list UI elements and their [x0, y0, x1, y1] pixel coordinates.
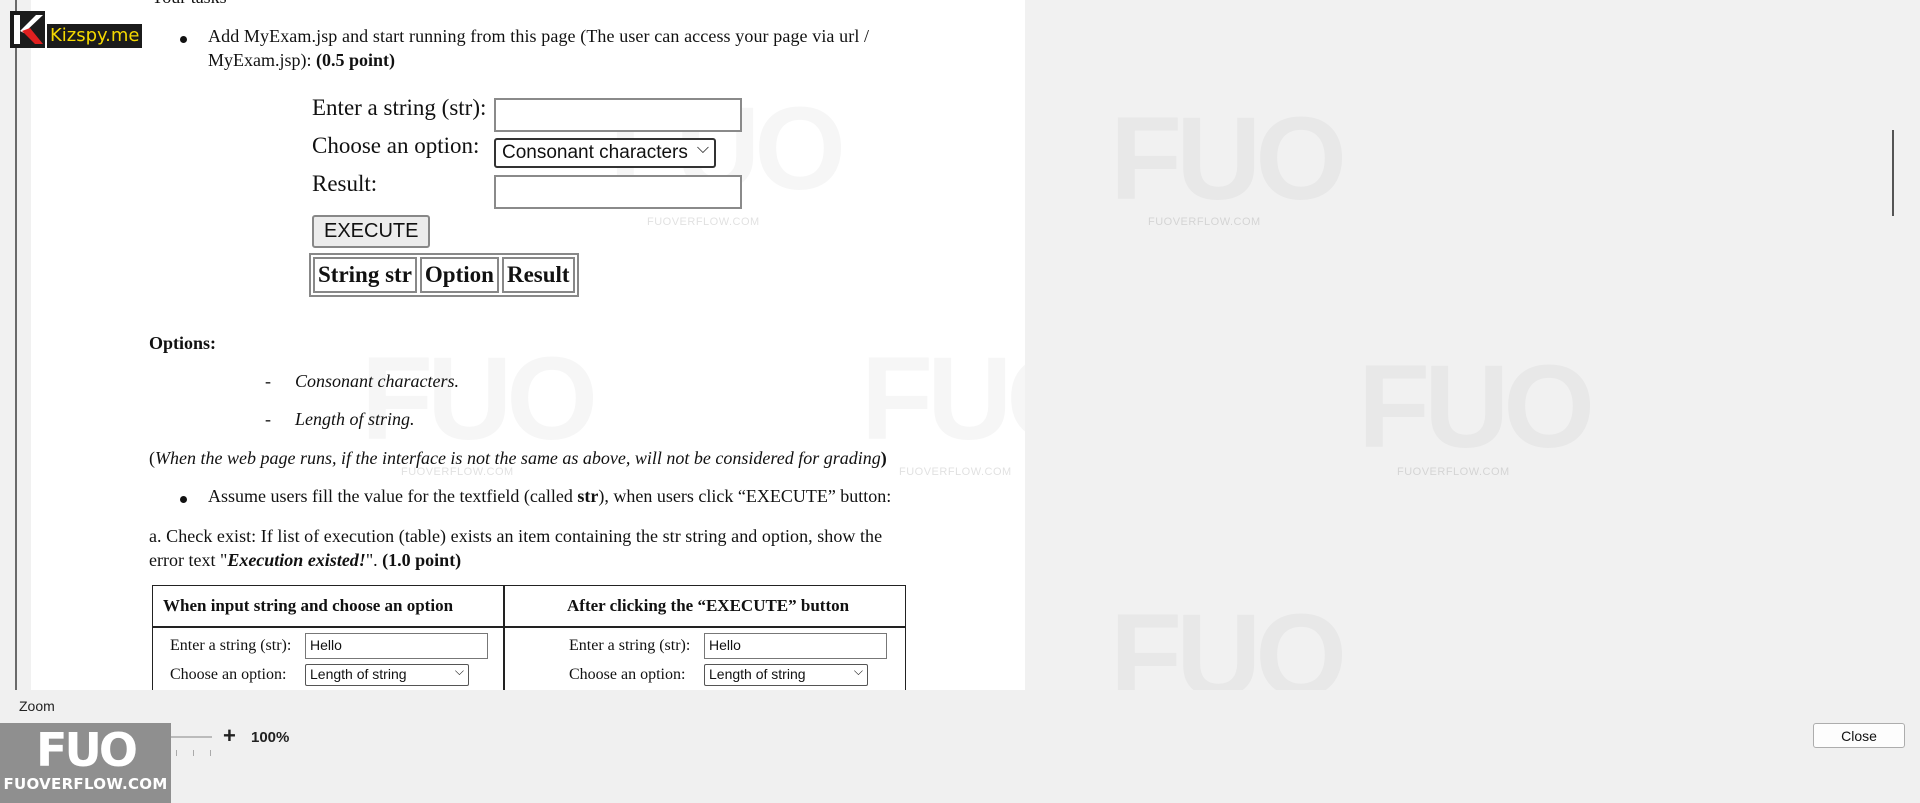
- cmp-label-option: Choose an option:: [170, 666, 287, 683]
- watermark-mark: FUO: [361, 340, 592, 458]
- fuoverflow-logo: FUO FUOVERFLOW.COM: [0, 723, 171, 803]
- demo-table-header: Option: [419, 257, 499, 293]
- left-border: [15, 0, 17, 690]
- kizspy-brand: Kizspy.me: [47, 24, 143, 48]
- option-item: Length of string.: [295, 409, 415, 429]
- watermark-text: FUOVERFLOW.COM: [1148, 216, 1261, 228]
- cmp-label-str: Enter a string (str):: [569, 637, 691, 654]
- k-logo-icon: [10, 10, 45, 48]
- demo-table-header: String str: [313, 257, 417, 293]
- vertical-scrollbar[interactable]: [1892, 130, 1894, 216]
- task-text-str: str: [577, 486, 599, 506]
- task-text-line2: MyExam.jsp): (0.5 point): [208, 50, 395, 71]
- cmp-right-str-input: Hello: [704, 633, 887, 659]
- grading-note-paren: ): [880, 448, 887, 468]
- demo-table-header: Result: [501, 257, 575, 293]
- task-text-part: ), when users click “EXECUTE” button:: [598, 486, 892, 506]
- cmp-right-option-select: Length of string ⌵: [704, 664, 868, 686]
- task-text-file: MyExam.jsp):: [208, 50, 316, 70]
- demo-option-value: Consonant characters: [502, 142, 688, 163]
- cmp-label-option: Choose an option:: [569, 666, 686, 683]
- option-item: Consonant characters.: [295, 371, 459, 391]
- section-heading: Your tasks: [151, 0, 227, 8]
- check-exist-part: error text ": [149, 550, 228, 570]
- comparison-table: When input string and choose an option A…: [152, 585, 906, 690]
- table-divider: [153, 626, 905, 628]
- fuo-logo-text: FUOVERFLOW.COM: [3, 775, 168, 793]
- options-heading: Options:: [149, 333, 217, 353]
- demo-label-result: Result:: [312, 171, 378, 196]
- demo-result-input: [494, 175, 742, 209]
- cmp-left-option-value: Length of string: [310, 666, 407, 682]
- chevron-down-icon: ⌵: [696, 140, 709, 157]
- table-header-left: When input string and choose an option: [163, 596, 454, 615]
- kizspy-logo: Kizspy.me: [10, 10, 143, 48]
- watermark-mark: FUO: [1110, 100, 1341, 218]
- list-dash: -: [265, 409, 271, 429]
- table-divider: [503, 586, 505, 690]
- grading-note-text: When the web page runs, if the interface…: [155, 448, 881, 468]
- check-exist-part: ".: [365, 550, 383, 570]
- document-page: FUO FUOVERFLOW.COM FUO FUOVERFLOW.COM FU…: [31, 0, 1025, 690]
- watermark-text: FUOVERFLOW.COM: [647, 216, 760, 228]
- check-exist-text: a. Check exist: If list of execution (ta…: [149, 526, 883, 546]
- demo-label-option: Choose an option:: [312, 133, 480, 158]
- demo-execute-button: EXECUTE: [312, 215, 431, 248]
- points-label: (1.0 point): [382, 550, 462, 570]
- error-text: Execution existed!: [227, 550, 366, 570]
- watermark-text: FUOVERFLOW.COM: [1397, 466, 1510, 478]
- check-exist-text-line2: error text "Execution existed!". (1.0 po…: [149, 550, 461, 571]
- task-text: Assume users fill the value for the text…: [208, 486, 891, 507]
- list-dash: -: [265, 371, 271, 391]
- zoom-value: 100%: [251, 729, 290, 746]
- grading-note: (When the web page runs, if the interfac…: [149, 448, 887, 469]
- cmp-label-str: Enter a string (str):: [170, 637, 292, 654]
- points-label: (0.5 point): [316, 50, 396, 70]
- bullet: [180, 496, 187, 503]
- watermark-mark: FUO: [861, 340, 1025, 458]
- cmp-right-option-value: Length of string: [709, 666, 806, 682]
- demo-option-select: Consonant characters ⌵: [494, 138, 716, 168]
- bullet: [180, 36, 187, 43]
- task-text-part: Assume users fill the value for the text…: [208, 486, 578, 506]
- document-viewer: FUO FUOVERFLOW.COM FUO FUOVERFLOW.COM FU…: [0, 0, 1920, 690]
- table-header-right: After clicking the “EXECUTE” button: [567, 596, 850, 615]
- fuo-logo-mark: FUO: [36, 723, 138, 777]
- demo-result-table: String str Option Result: [309, 253, 579, 297]
- zoom-toolbar: Zoom - + 100% Close: [0, 690, 1920, 803]
- zoom-in-button[interactable]: +: [223, 723, 236, 749]
- watermark-mark: FUO: [1358, 348, 1589, 466]
- chevron-down-icon: ⌵: [853, 664, 863, 678]
- demo-str-input: [494, 98, 742, 132]
- close-button[interactable]: Close: [1813, 723, 1905, 748]
- demo-label-str: Enter a string (str):: [312, 95, 487, 120]
- cmp-left-str-input: Hello: [305, 633, 488, 659]
- chevron-down-icon: ⌵: [454, 664, 464, 678]
- watermark-text: FUOVERFLOW.COM: [899, 466, 1012, 478]
- watermark-mark: FUO: [1110, 597, 1341, 690]
- zoom-label: Zoom: [19, 698, 55, 714]
- task-text: Add MyExam.jsp and start running from th…: [208, 26, 870, 46]
- cmp-left-option-select: Length of string ⌵: [305, 664, 469, 686]
